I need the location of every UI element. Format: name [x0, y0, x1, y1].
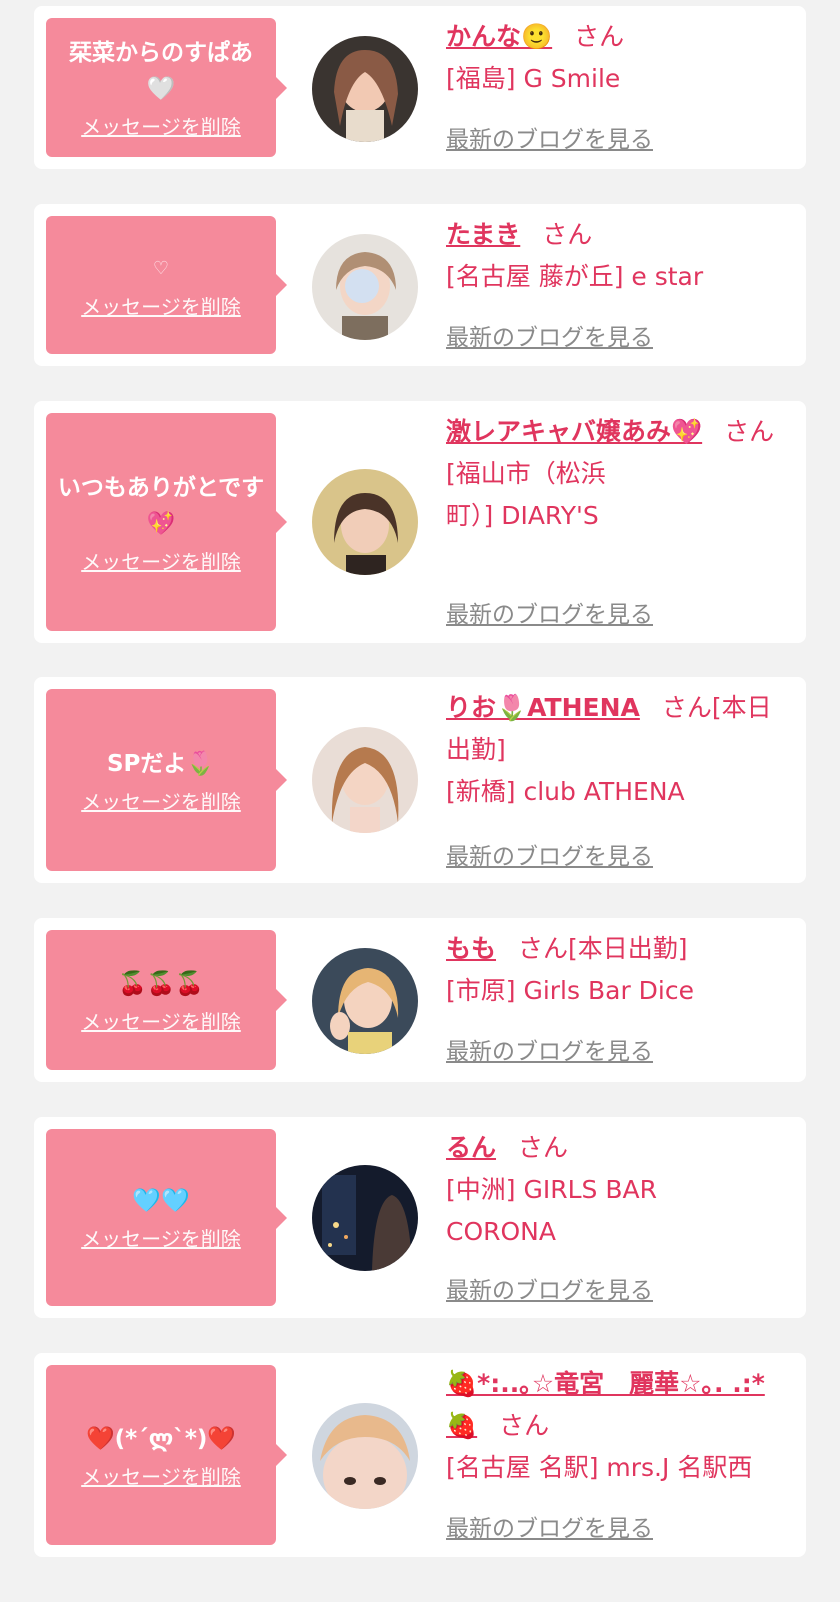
delete-message-link[interactable]: メッセージを削除 — [81, 111, 241, 140]
member-name-link[interactable]: りお🌷ATHENA — [446, 693, 640, 722]
honorific: さん — [574, 22, 625, 51]
message-card: SPだよ🌷 メッセージを削除 りお🌷ATHENA さん[本日出勤] [新橋] cl… — [34, 677, 806, 883]
message-text: 🍒🍒🍒 — [118, 970, 204, 997]
message-card: いつもありがとです💖 メッセージを削除 激レアキャバ嬢あみ💖 さん [福山市（松浜… — [34, 401, 806, 643]
delete-message-link[interactable]: メッセージを削除 — [81, 546, 241, 575]
honorific: さん — [518, 1133, 569, 1162]
message-bubble: SPだよ🌷 メッセージを削除 — [46, 689, 287, 871]
message-card: ❤️(*´ლ`*)❤️ メッセージを削除 🍓*:..｡☆竜宮 麗華☆｡. .:*… — [34, 1353, 806, 1557]
avatar[interactable] — [312, 727, 418, 833]
honorific: さん — [661, 693, 712, 722]
latest-blog-link[interactable]: 最新のブログを見る — [446, 318, 653, 352]
latest-blog-link[interactable]: 最新のブログを見る — [446, 1509, 653, 1543]
shop-label: [福島] G Smile — [446, 64, 621, 93]
message-card: 🍒🍒🍒 メッセージを削除 もも さん[本日出勤] [市原] Girls Bar D… — [34, 918, 806, 1082]
latest-blog-link[interactable]: 最新のブログを見る — [446, 120, 653, 154]
delete-message-link[interactable]: メッセージを削除 — [81, 1461, 241, 1490]
attendance-badge: [本日出勤] — [568, 934, 688, 963]
member-info: 🍓*:..｡☆竜宮 麗華☆｡. .:*🍓 さん [名古屋 名駅] mrs.J 名駅… — [446, 1363, 788, 1489]
message-text: ❤️(*´ლ`*)❤️ — [85, 1425, 237, 1452]
message-bubble: 🍒🍒🍒 メッセージを削除 — [46, 930, 287, 1070]
message-bubble: いつもありがとです💖 メッセージを削除 — [46, 413, 287, 631]
member-info: 激レアキャバ嬢あみ💖 さん [福山市（松浜町）] DIARY'S — [446, 411, 788, 537]
member-name-link[interactable]: たまき — [446, 220, 520, 249]
avatar[interactable] — [312, 36, 418, 142]
member-info: りお🌷ATHENA さん[本日出勤] [新橋] club ATHENA — [446, 687, 788, 813]
delete-message-link[interactable]: メッセージを削除 — [81, 1223, 241, 1252]
avatar[interactable] — [312, 1165, 418, 1271]
avatar[interactable] — [312, 948, 418, 1054]
message-bubble: ❤️(*´ლ`*)❤️ メッセージを削除 — [46, 1365, 287, 1545]
member-info: たまき さん [名古屋 藤が丘] e star — [446, 214, 788, 298]
latest-blog-link[interactable]: 最新のブログを見る — [446, 595, 653, 629]
member-info: もも さん[本日出勤] [市原] Girls Bar Dice — [446, 928, 788, 1012]
avatar[interactable] — [312, 469, 418, 575]
message-text: いつもありがとです💖 — [57, 474, 265, 537]
honorific: さん — [518, 934, 569, 963]
shop-label: [名古屋 名駅] mrs.J 名駅西 — [446, 1453, 753, 1482]
delete-message-link[interactable]: メッセージを削除 — [81, 786, 241, 815]
latest-blog-link[interactable]: 最新のブログを見る — [446, 837, 653, 871]
shop-label: [中洲] GIRLS BAR CORONA — [446, 1175, 657, 1246]
avatar[interactable] — [312, 1403, 418, 1509]
latest-blog-link[interactable]: 最新のブログを見る — [446, 1271, 653, 1305]
shop-label: [名古屋 藤が丘] e star — [446, 262, 704, 291]
message-bubble: 🩵🩵 メッセージを削除 — [46, 1129, 287, 1306]
honorific: さん — [724, 417, 775, 446]
message-card: 🩵🩵 メッセージを削除 るん さん [中洲] GIRLS BAR CORONA 最… — [34, 1117, 806, 1318]
member-info: るん さん [中洲] GIRLS BAR CORONA — [446, 1127, 788, 1253]
member-name-link[interactable]: 激レアキャバ嬢あみ💖 — [446, 417, 702, 446]
message-bubble: 栞菜からのすぱあ🤍 メッセージを削除 — [46, 18, 287, 157]
message-text: SPだよ🌷 — [106, 750, 216, 777]
member-name-link[interactable]: るん — [446, 1133, 496, 1162]
delete-message-link[interactable]: メッセージを削除 — [81, 291, 241, 320]
message-card: 栞菜からのすぱあ🤍 メッセージを削除 かんな🙂 さん [福島] G Smile 最… — [34, 6, 806, 169]
message-card: ♡ メッセージを削除 たまき さん [名古屋 藤が丘] e star 最新のブログ… — [34, 204, 806, 366]
message-text: ♡ — [152, 257, 170, 279]
honorific: さん — [542, 220, 593, 249]
message-text: 🩵🩵 — [132, 1188, 190, 1214]
honorific: さん — [499, 1411, 550, 1440]
shop-label: [福山市（松浜町）] DIARY'S — [446, 459, 606, 530]
member-name-link[interactable]: もも — [446, 934, 496, 963]
delete-message-link[interactable]: メッセージを削除 — [81, 1006, 241, 1035]
member-name-link[interactable]: 🍓*:..｡☆竜宮 麗華☆｡. .:*🍓 — [446, 1369, 765, 1440]
shop-label: [市原] Girls Bar Dice — [446, 976, 694, 1005]
message-bubble: ♡ メッセージを削除 — [46, 216, 287, 354]
avatar[interactable] — [312, 234, 418, 340]
member-name-link[interactable]: かんな🙂 — [446, 22, 552, 51]
member-info: かんな🙂 さん [福島] G Smile — [446, 16, 788, 100]
latest-blog-link[interactable]: 最新のブログを見る — [446, 1032, 653, 1066]
message-text: 栞菜からのすぱあ🤍 — [69, 40, 253, 102]
shop-label: [新橋] club ATHENA — [446, 777, 685, 806]
